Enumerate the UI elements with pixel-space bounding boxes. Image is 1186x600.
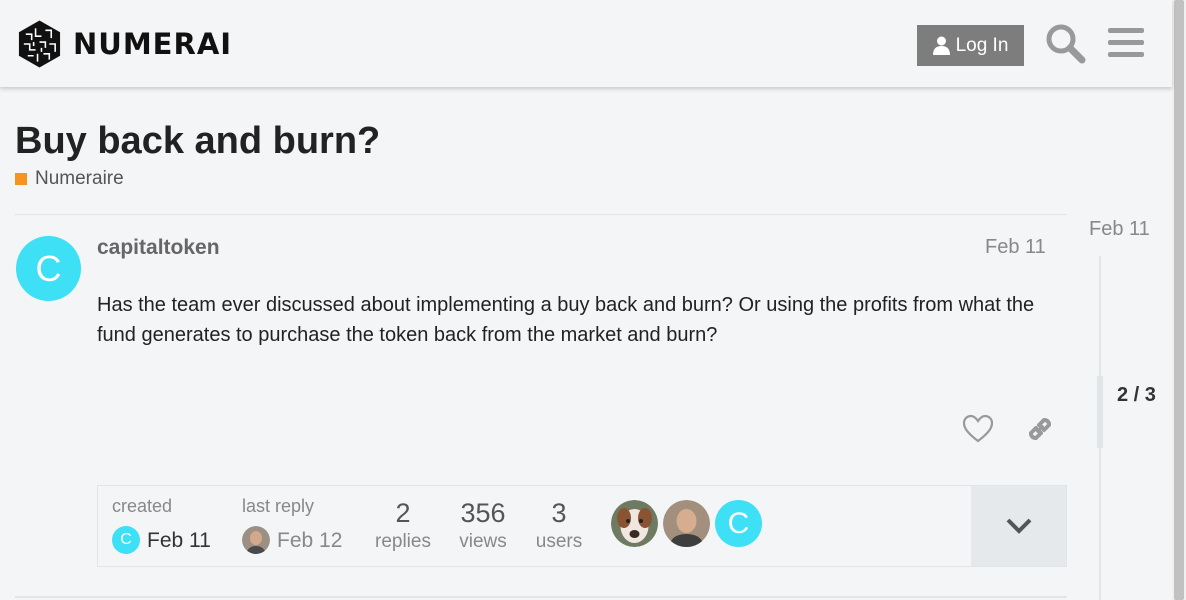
user-icon	[932, 36, 950, 55]
timeline-start-date[interactable]: Feb 11	[1089, 218, 1150, 241]
divider	[15, 214, 1067, 215]
timeline-position: 2 / 3	[1117, 384, 1156, 406]
search-icon[interactable]	[1044, 22, 1086, 64]
expand-topic-map-button[interactable]	[971, 486, 1066, 566]
post-date[interactable]: Feb 11	[985, 236, 1046, 259]
topic-title[interactable]: Buy back and burn?	[15, 120, 380, 163]
numerai-logo[interactable]: NUMERAI	[16, 18, 232, 70]
divider	[15, 596, 1067, 598]
created-label: created	[112, 496, 173, 516]
users-count: 3	[551, 498, 567, 528]
created-date[interactable]: Feb 11	[147, 529, 211, 553]
logo-text: NUMERAI	[73, 27, 233, 61]
topic-map: created C Feb 11 last reply Feb 12 2 rep…	[97, 485, 1067, 567]
login-label: Log In	[955, 34, 1009, 56]
hamburger-menu-icon[interactable]	[1107, 26, 1145, 60]
views-count: 356	[460, 498, 506, 528]
replies-count: 2	[395, 498, 411, 528]
last-reply-date[interactable]: Feb 12	[277, 529, 342, 553]
views-stat: 356 views	[448, 498, 518, 553]
avatar[interactable]: C	[16, 236, 81, 301]
last-reply-label: last reply	[242, 496, 315, 516]
replies-label: replies	[375, 531, 431, 552]
views-label: views	[459, 531, 507, 552]
category-badge[interactable]: Numeraire	[15, 168, 124, 190]
participant-avatar-man[interactable]	[663, 500, 710, 547]
replies-stat: 2 replies	[368, 498, 438, 553]
users-label: users	[535, 531, 583, 552]
last-reply-avatar[interactable]	[242, 526, 270, 554]
category-name: Numeraire	[35, 168, 124, 189]
post-body: Has the team ever discussed about implem…	[97, 294, 1035, 346]
scrollbar-thumb[interactable]	[1174, 0, 1184, 600]
created-avatar[interactable]: C	[112, 526, 140, 554]
heart-icon[interactable]	[962, 414, 994, 444]
site-header: NUMERAI Log In	[0, 0, 1172, 87]
numerai-logo-mark-icon	[18, 20, 61, 68]
users-stat: 3 users	[524, 498, 594, 553]
login-button[interactable]: Log In	[917, 25, 1024, 66]
category-color-square	[15, 173, 27, 185]
chevron-down-icon	[1006, 518, 1031, 534]
link-icon[interactable]	[1024, 413, 1056, 445]
timeline-handle[interactable]	[1097, 376, 1103, 448]
post-username[interactable]: capitaltoken	[97, 236, 220, 260]
participant-avatar-c[interactable]: C	[715, 500, 762, 547]
participant-avatar-dog[interactable]	[611, 500, 658, 547]
